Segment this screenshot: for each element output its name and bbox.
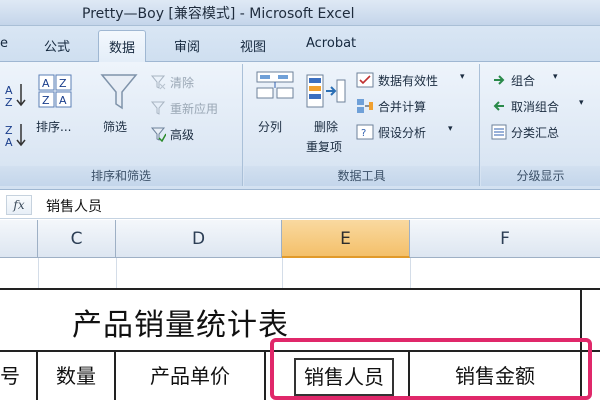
filter-funnel-icon[interactable]: [100, 72, 138, 115]
insert-function-button[interactable]: fx: [6, 195, 32, 215]
table-header-row: 号 数量 产品单价 销售人员 销售金额: [0, 350, 600, 400]
group-dropdown-icon[interactable]: ▾: [553, 72, 558, 82]
gridline: [38, 258, 39, 288]
svg-text:A: A: [5, 136, 13, 148]
ungroup-icon[interactable]: [493, 100, 505, 115]
text-to-columns-button[interactable]: 分列: [258, 118, 282, 135]
column-header-partial[interactable]: [0, 220, 38, 258]
header-cell-sales-amount[interactable]: 销售金额: [410, 352, 582, 400]
sort-az-icon[interactable]: AZ: [4, 82, 28, 111]
consolidate-icon[interactable]: [356, 98, 374, 117]
group-icon[interactable]: [493, 74, 505, 89]
table-title: 产品销量统计表: [72, 308, 289, 343]
advanced-button[interactable]: 高级: [170, 126, 194, 143]
consolidate-button[interactable]: 合并计算: [378, 98, 426, 115]
remove-duplicates-label-2[interactable]: 重复项: [306, 138, 342, 155]
column-header-f[interactable]: F: [410, 220, 600, 258]
tab-acrobat[interactable]: Acrobat: [306, 36, 356, 51]
tab-view[interactable]: 视图: [240, 36, 266, 55]
group-outline: 组合 ▾ 取消组合 ▾ 分类汇总 分级显示: [481, 64, 600, 186]
data-validation-dropdown-icon[interactable]: ▾: [460, 72, 465, 82]
tab-data[interactable]: 数据: [98, 30, 147, 63]
group-button[interactable]: 组合: [511, 72, 535, 89]
clear-filter-icon: [150, 74, 166, 93]
header-cell-quantity[interactable]: 数量: [38, 352, 116, 400]
svg-text:Z: Z: [42, 94, 50, 107]
title-bar: Pretty—Boy [兼容模式] - Microsoft Excel: [0, 0, 600, 26]
what-if-icon[interactable]: ?: [356, 124, 374, 143]
svg-text:A: A: [59, 94, 67, 107]
advanced-filter-icon[interactable]: [150, 126, 167, 145]
what-if-dropdown-icon[interactable]: ▾: [448, 124, 453, 134]
column-header-c[interactable]: C: [38, 220, 116, 258]
svg-text:Z: Z: [5, 96, 13, 108]
formula-input[interactable]: 销售人员: [46, 196, 102, 216]
subtotal-button[interactable]: 分类汇总: [511, 124, 559, 141]
tab-home-partial[interactable]: e: [0, 36, 8, 51]
tab-review[interactable]: 审阅: [174, 36, 200, 55]
sort-button[interactable]: 排序...: [36, 118, 71, 135]
gridline: [410, 258, 411, 288]
window-title: Pretty—Boy [兼容模式] - Microsoft Excel: [82, 6, 355, 22]
what-if-button[interactable]: 假设分析: [378, 124, 426, 141]
column-headers: C D E F: [0, 220, 600, 258]
header-salesperson-text: 销售人员: [294, 358, 394, 396]
worksheet-grid[interactable]: 产品销量统计表 号 数量 产品单价 销售人员 销售金额: [0, 258, 600, 400]
remove-duplicates-label-1[interactable]: 删除: [314, 118, 338, 135]
table-title-cell[interactable]: 产品销量统计表: [0, 288, 600, 350]
group-sort-filter: AZ ZA AZZA 排序... 筛选 清除 重新应用 高级 排序和筛选: [0, 64, 243, 186]
data-validation-button[interactable]: 数据有效性: [378, 72, 438, 89]
group-label-outline: 分级显示: [481, 166, 600, 186]
data-validation-icon[interactable]: [356, 72, 374, 91]
group-label-data-tools: 数据工具: [244, 166, 479, 186]
column-header-e[interactable]: E: [282, 220, 410, 258]
svg-text:?: ?: [361, 128, 366, 139]
ribbon: AZ ZA AZZA 排序... 筛选 清除 重新应用 高级 排序和筛选 分列 …: [0, 62, 600, 190]
header-cell-unit-price[interactable]: 产品单价: [116, 352, 266, 400]
group-label-sort-filter: 排序和筛选: [0, 166, 242, 186]
ungroup-dropdown-icon[interactable]: ▾: [579, 98, 584, 108]
svg-text:Z: Z: [59, 77, 67, 90]
clear-button: 清除: [170, 76, 195, 90]
tab-formulas[interactable]: 公式: [44, 36, 70, 55]
subtotal-icon[interactable]: [491, 124, 507, 143]
ungroup-button[interactable]: 取消组合: [511, 98, 559, 115]
group-data-tools: 分列 删除 重复项 数据有效性 ▾ 合并计算 ? 假设分析 ▾ 数据工具: [244, 64, 480, 186]
reapply-icon: [150, 100, 166, 119]
column-header-d[interactable]: D: [116, 220, 282, 258]
text-to-columns-icon[interactable]: [256, 70, 294, 113]
header-cell-id[interactable]: 号: [0, 352, 38, 400]
gridline: [282, 258, 283, 288]
reapply-button: 重新应用: [170, 102, 219, 116]
svg-text:A: A: [42, 77, 50, 90]
sort-za-icon[interactable]: ZA: [4, 122, 28, 151]
formula-bar: fx 销售人员: [0, 191, 600, 219]
filter-button[interactable]: 筛选: [103, 118, 127, 135]
ribbon-tab-bar: e 公式 数据 审阅 视图 Acrobat: [0, 26, 600, 63]
table-right-border: [580, 288, 582, 398]
gridline: [116, 258, 117, 288]
remove-duplicates-icon[interactable]: [306, 74, 346, 113]
header-cell-salesperson[interactable]: 销售人员: [280, 352, 410, 400]
sort-dialog-icon[interactable]: AZZA: [38, 74, 72, 113]
